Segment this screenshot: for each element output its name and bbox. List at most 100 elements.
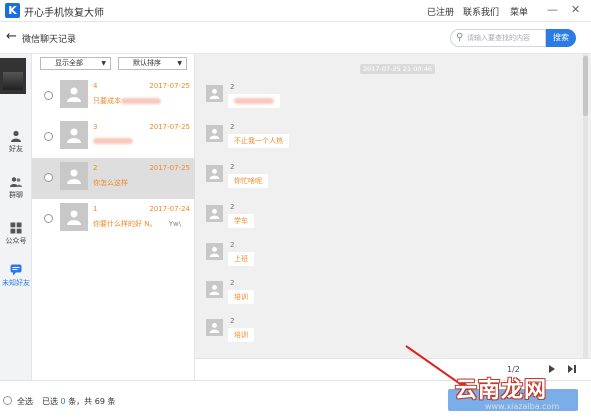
- nav-label: 群聊: [9, 191, 23, 199]
- avatar: [206, 281, 223, 298]
- avatar: [60, 80, 88, 108]
- filter-row: 显示全部 ▼ 默认排序 ▼: [32, 54, 195, 74]
- selection-summary: 已选 0 条，共 69 条: [42, 397, 116, 406]
- scrollbar-thumb[interactable]: [583, 56, 588, 116]
- chat-panel: 2017-07-25 21:00:46 2 2 不止我一个人热 2 你忙啥呢 2…: [195, 54, 591, 358]
- person-icon: [67, 87, 81, 102]
- person-icon: [11, 130, 21, 142]
- row-radio[interactable]: [44, 173, 53, 182]
- sort-dropdown[interactable]: 默认排序 ▼: [118, 57, 187, 70]
- conversation-id: 2: [93, 164, 98, 172]
- nav-label: 公众号: [5, 237, 27, 245]
- minimize-icon[interactable]: —: [547, 3, 558, 17]
- page-header: ← 微信聊天记录 ⚲ 搜索: [0, 22, 591, 54]
- message-bubble: 你忙啥呢: [228, 174, 268, 188]
- person-icon: [209, 209, 220, 219]
- selected-count: 0: [60, 397, 66, 406]
- message-bubble: 不止我一个人热: [228, 134, 289, 148]
- row-radio[interactable]: [44, 214, 53, 223]
- message-bubble: 培训: [228, 328, 254, 342]
- message-sender: 2: [230, 279, 235, 287]
- app-logo: K: [5, 3, 20, 18]
- conversation-preview: 你怎么这样: [93, 179, 128, 187]
- search-icon: ⚲: [456, 32, 464, 43]
- message-sender: 2: [230, 203, 235, 211]
- message-bubble: 学车: [228, 214, 254, 228]
- device-avatar: [0, 58, 26, 94]
- app-title: 开心手机恢复大师: [24, 8, 104, 19]
- close-icon[interactable]: ✕: [571, 3, 580, 17]
- conversation-row[interactable]: 1 2017-07-24 你要什么样的好 N。 Yw\: [32, 199, 195, 240]
- search-input[interactable]: [467, 32, 545, 44]
- conversation-preview: 只要成本: [93, 96, 161, 106]
- caret-down-icon: ▼: [101, 60, 106, 67]
- avatar: [60, 121, 88, 149]
- conversation-row[interactable]: 4 2017-07-25 只要成本: [32, 76, 195, 117]
- show-all-dropdown[interactable]: 显示全部 ▼: [40, 57, 111, 70]
- conversation-row[interactable]: 3 2017-07-25: [32, 117, 195, 158]
- person-icon: [209, 285, 220, 295]
- title-bar: K 开心手机恢复大师 已注册 联系我们 菜单 — ✕: [0, 0, 591, 22]
- conversation-row-selected[interactable]: 2 2017-07-25 你怎么这样: [32, 158, 195, 199]
- left-nav: 好友 群聊 公众号 未知好友: [0, 54, 32, 380]
- avatar: [206, 319, 223, 336]
- message-bubble: [228, 94, 280, 108]
- contact-us-link[interactable]: 联系我们: [463, 5, 499, 18]
- row-radio[interactable]: [44, 91, 53, 100]
- redacted-text: [93, 138, 133, 144]
- avatar: [206, 125, 223, 142]
- select-all-radio[interactable]: [3, 396, 12, 405]
- caret-down-icon: ▼: [177, 60, 182, 67]
- conversation-preview: [93, 137, 133, 145]
- nav-item-friends[interactable]: 好友: [0, 130, 32, 154]
- group-icon: [10, 177, 22, 187]
- person-icon: [209, 323, 220, 333]
- avatar: [206, 85, 223, 102]
- conversation-id: 4: [93, 82, 98, 90]
- avatar: [60, 203, 88, 231]
- person-icon: [67, 210, 81, 225]
- avatar: [206, 205, 223, 222]
- nav-label: 好友: [9, 145, 23, 153]
- conversation-id: 1: [93, 205, 98, 213]
- avatar: [60, 162, 88, 190]
- conversation-date: 2017-07-25: [149, 123, 190, 131]
- message-bubble: 上班: [228, 252, 254, 266]
- watermark: 云南龙网 www.xiazaiba.com: [455, 372, 585, 414]
- person-icon: [67, 169, 81, 184]
- message-sender: 2: [230, 317, 235, 325]
- chat-scrollbar[interactable]: [583, 54, 588, 358]
- person-icon: [209, 169, 220, 179]
- person-icon: [67, 128, 81, 143]
- conversation-date: 2017-07-25: [149, 164, 190, 172]
- watermark-site: www.xiazaiba.com: [485, 402, 560, 411]
- search-button[interactable]: 搜索: [546, 29, 576, 47]
- message-sender: 2: [230, 241, 235, 249]
- conversation-date: 2017-07-25: [149, 82, 190, 90]
- total-count: 69: [94, 397, 105, 406]
- chat-bubble-icon: [10, 264, 22, 276]
- conversation-date: 2017-07-24: [149, 205, 190, 213]
- page-title: 微信聊天记录: [22, 35, 77, 45]
- message-sender: 2: [230, 163, 235, 171]
- person-icon: [209, 247, 220, 257]
- select-all-label[interactable]: 全选: [17, 396, 33, 407]
- row-radio[interactable]: [44, 132, 53, 141]
- message-timestamp: 2017-07-25 21:00:46: [360, 64, 435, 74]
- avatar: [206, 243, 223, 260]
- redacted-text: [234, 98, 274, 104]
- registered-link[interactable]: 已注册: [427, 5, 454, 18]
- back-arrow-icon[interactable]: ←: [6, 30, 17, 44]
- watermark-brand: 云南龙网: [455, 378, 548, 403]
- nav-item-official-accounts[interactable]: 公众号: [0, 222, 32, 246]
- redacted-text: [121, 98, 161, 104]
- conversation-preview: 你要什么样的好 N。 Yw\: [93, 220, 182, 228]
- conversation-id: 3: [93, 123, 98, 131]
- nav-label: 未知好友: [2, 279, 30, 287]
- message-sender: 2: [230, 83, 235, 91]
- nav-item-groups[interactable]: 群聊: [0, 176, 32, 200]
- grid-icon: [10, 222, 22, 234]
- menu-link[interactable]: 菜单: [510, 5, 528, 18]
- nav-item-unknown-friends[interactable]: 未知好友: [0, 264, 32, 288]
- search-box[interactable]: ⚲: [450, 29, 546, 47]
